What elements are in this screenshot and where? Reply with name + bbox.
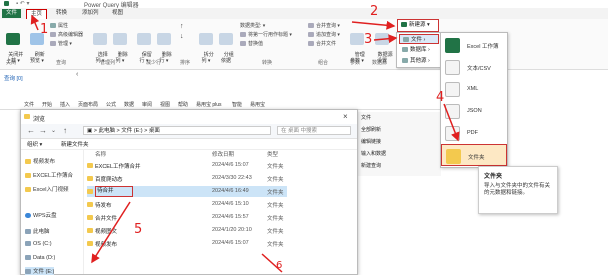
- annotation-arrow-4: [443, 103, 460, 142]
- step-1-label: 1: [40, 22, 49, 37]
- step-5-label: 5: [134, 222, 143, 237]
- annotation-arrow-3: [373, 34, 398, 44]
- annotation-arrow-1: [30, 14, 40, 31]
- step-6-label: 6: [276, 260, 283, 271]
- annotation-arrows: [30, 14, 460, 273]
- annotation-arrow-5: [91, 201, 131, 264]
- step-2-label: 2: [370, 4, 379, 19]
- annotation-arrow-2: [351, 20, 396, 30]
- step-3-label: 3: [364, 32, 373, 47]
- step-4-label: 4: [436, 90, 445, 105]
